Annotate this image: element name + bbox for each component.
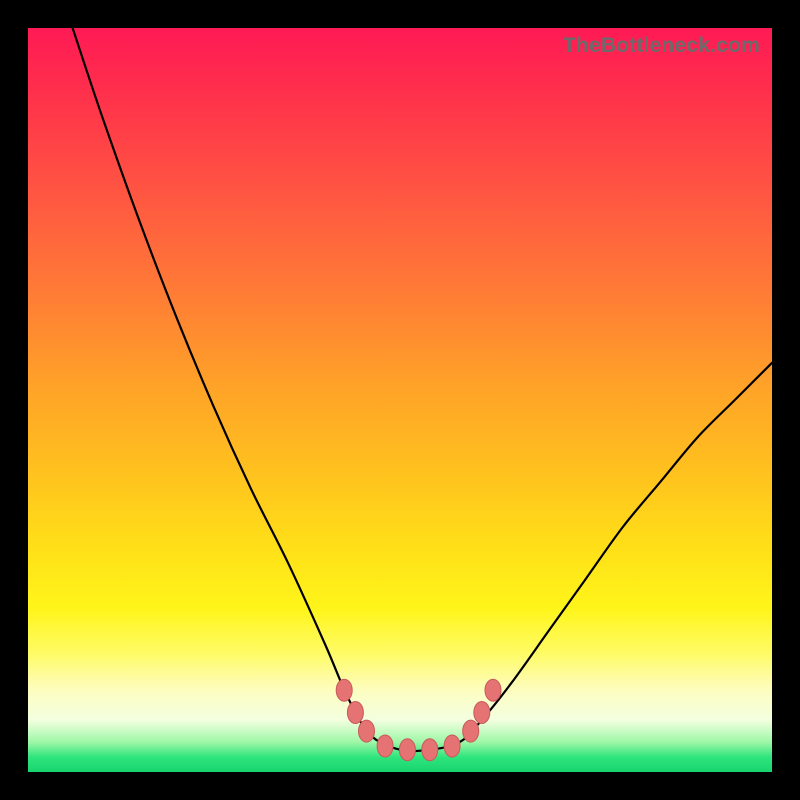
curve-marker (336, 679, 352, 701)
curve-marker (485, 679, 501, 701)
curve-marker (347, 702, 363, 724)
curve-marker (359, 720, 375, 742)
bottleneck-curve (28, 28, 772, 772)
chart-frame: TheBottleneck.com (0, 0, 800, 800)
curve-marker (399, 739, 415, 761)
plot-area: TheBottleneck.com (28, 28, 772, 772)
curve-path (73, 28, 772, 751)
curve-marker (474, 702, 490, 724)
curve-marker (463, 720, 479, 742)
curve-marker (422, 739, 438, 761)
curve-marker (377, 735, 393, 757)
curve-marker (444, 735, 460, 757)
marker-group (336, 679, 501, 761)
